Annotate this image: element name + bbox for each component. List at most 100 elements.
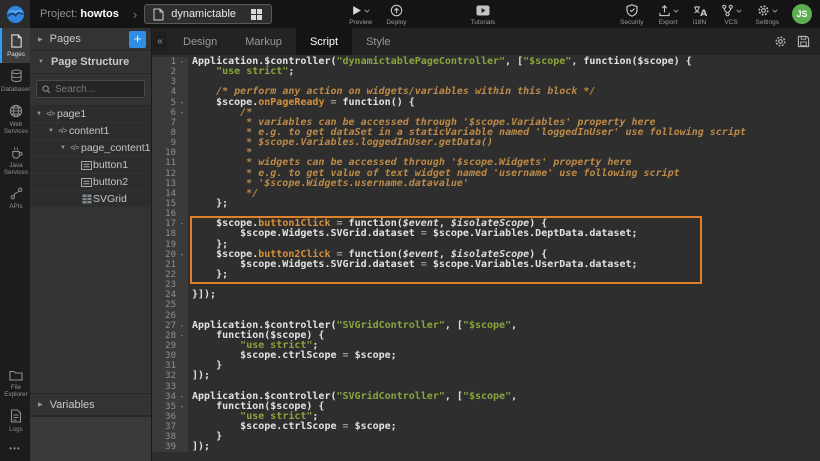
code-line[interactable]: 30 $scope.ctrlScope = $scope; (152, 351, 820, 361)
code-widget-icon: </> (58, 128, 67, 135)
fold-marker (176, 118, 188, 128)
rail-item-databases[interactable]: Databases (0, 63, 30, 98)
header-action-security[interactable]: Security (613, 1, 650, 27)
code-line[interactable]: 37 $scope.ctrlScope = $scope; (152, 422, 820, 432)
tree-item-page1[interactable]: ▼</>page1 (30, 106, 151, 122)
wavemaker-logo-icon (6, 5, 25, 24)
code-line[interactable]: 2 "use strict"; (152, 67, 820, 77)
page-tab-dynamictable[interactable]: dynamictable (144, 4, 272, 24)
code-line[interactable]: 14 */ (152, 189, 820, 199)
fold-marker (176, 300, 188, 310)
tree-item-button2[interactable]: button2 (30, 174, 151, 190)
tab-script[interactable]: Script (296, 28, 352, 55)
code-line[interactable]: 15 }; (152, 199, 820, 209)
fold-marker[interactable]: - (176, 331, 188, 341)
fold-marker (176, 179, 188, 189)
fold-marker (176, 382, 188, 392)
fold-marker (176, 280, 188, 290)
app-logo[interactable] (0, 0, 30, 28)
header-actions-left: PreviewDeploy Tutorials (342, 1, 502, 27)
tree-item-content1[interactable]: ▼</>content1 (30, 123, 151, 139)
fold-marker (176, 432, 188, 442)
tab-markup[interactable]: Markup (231, 28, 296, 55)
line-number: 38 (152, 432, 176, 442)
variables-section-label: Variables (50, 399, 146, 411)
add-page-button[interactable]: + (129, 31, 146, 48)
script-settings-button[interactable] (774, 35, 787, 48)
header-action-tutorials[interactable]: Tutorials (464, 1, 503, 27)
tab-design[interactable]: Design (169, 28, 231, 55)
fold-marker[interactable]: - (176, 219, 188, 229)
main-area: Pages Databases Web Services Java ServicesA… (0, 28, 820, 461)
code-line[interactable]: 39]); (152, 442, 820, 452)
fold-marker[interactable]: - (176, 402, 188, 412)
rail-more-button[interactable]: ••• (0, 438, 30, 461)
caret-down-icon: ▼ (58, 145, 68, 151)
database-icon (10, 69, 23, 83)
rail-item-web-services[interactable]: Web Services (0, 98, 30, 140)
rail-item-pages[interactable]: Pages (0, 28, 30, 63)
save-button[interactable] (797, 35, 810, 48)
button-widget-icon (81, 178, 92, 187)
fold-marker (176, 371, 188, 381)
header-actions-right: SecurityExportAi18NVCSSettings (613, 1, 786, 27)
code-line[interactable]: 18 $scope.Widgets.SVGrid.dataset = $scop… (152, 229, 820, 239)
editor-region: « DesignMarkupScriptStyle (152, 28, 820, 461)
code-line[interactable]: 23 (152, 280, 820, 290)
pages-section-label: Pages (50, 33, 129, 45)
chevron-down-icon (364, 8, 370, 14)
rail-item-logs[interactable]: Logs (0, 403, 30, 438)
code-editor[interactable]: 1-Application.$controller("dynamictableP… (152, 55, 820, 461)
line-number: 15 (152, 199, 176, 209)
fold-marker (176, 67, 188, 77)
code-line-text: }]); (188, 290, 216, 300)
fold-marker[interactable]: - (176, 321, 188, 331)
rail-item-label: Web Services (4, 121, 28, 135)
code-line[interactable]: 24}]); (152, 290, 820, 300)
tree-item-SVGrid[interactable]: SVGrid (30, 191, 151, 207)
code-line[interactable]: 22 }; (152, 270, 820, 280)
fold-marker[interactable]: - (176, 57, 188, 67)
panel-spacer (30, 208, 151, 393)
fold-marker[interactable]: - (176, 392, 188, 402)
variables-section-header[interactable]: ▶ Variables (30, 393, 151, 416)
user-avatar[interactable]: JS (792, 4, 812, 24)
code-line[interactable]: 38 } (152, 432, 820, 442)
gear-icon (774, 35, 787, 48)
header-action-deploy[interactable]: Deploy (379, 1, 413, 27)
editor-tabs: DesignMarkupScriptStyle (169, 28, 405, 55)
rail-item-apis[interactable]: APIs (0, 181, 30, 215)
line-number: 23 (152, 280, 176, 290)
header-action-label: Tutorials (471, 19, 496, 26)
tree-item-label: SVGrid (93, 193, 127, 205)
pages-section-header[interactable]: ▶ Pages + (30, 28, 151, 51)
code-line[interactable]: 25 (152, 300, 820, 310)
rail-item-file-explorer[interactable]: File Explorer (0, 363, 30, 403)
code-line-text: }; (188, 270, 228, 280)
header-action-preview[interactable]: Preview (342, 1, 379, 27)
tab-style[interactable]: Style (352, 28, 404, 55)
fold-marker[interactable]: - (176, 250, 188, 260)
collapse-panel-button[interactable]: « (153, 32, 167, 51)
code-line[interactable]: 31 } (152, 361, 820, 371)
project-label: Project: (40, 8, 77, 20)
rail-item-java-services[interactable]: Java Services (0, 140, 30, 181)
fold-marker[interactable]: - (176, 98, 188, 108)
tree-item-page_content1[interactable]: ▼</>page_content1 (30, 140, 151, 156)
code-line[interactable]: 32]); (152, 371, 820, 381)
code-line[interactable]: 21 $scope.Widgets.SVGrid.dataset = $scop… (152, 260, 820, 270)
fold-marker[interactable]: - (176, 108, 188, 118)
header-action-vcs[interactable]: VCS (714, 1, 749, 27)
line-number: 27 (152, 321, 176, 331)
page-structure-header[interactable]: ▼ Page Structure (30, 51, 151, 74)
fold-marker (176, 148, 188, 158)
fold-marker (176, 169, 188, 179)
tree-item-button1[interactable]: button1 (30, 157, 151, 173)
header-action-export[interactable]: Export (651, 1, 686, 27)
fold-marker (176, 361, 188, 371)
header-action-i18n[interactable]: Ai18N (686, 1, 714, 27)
rail-item-label: Databases (1, 86, 31, 93)
line-number: 4 (152, 87, 176, 97)
header-action-settings[interactable]: Settings (749, 1, 787, 27)
search-input[interactable] (55, 84, 139, 95)
